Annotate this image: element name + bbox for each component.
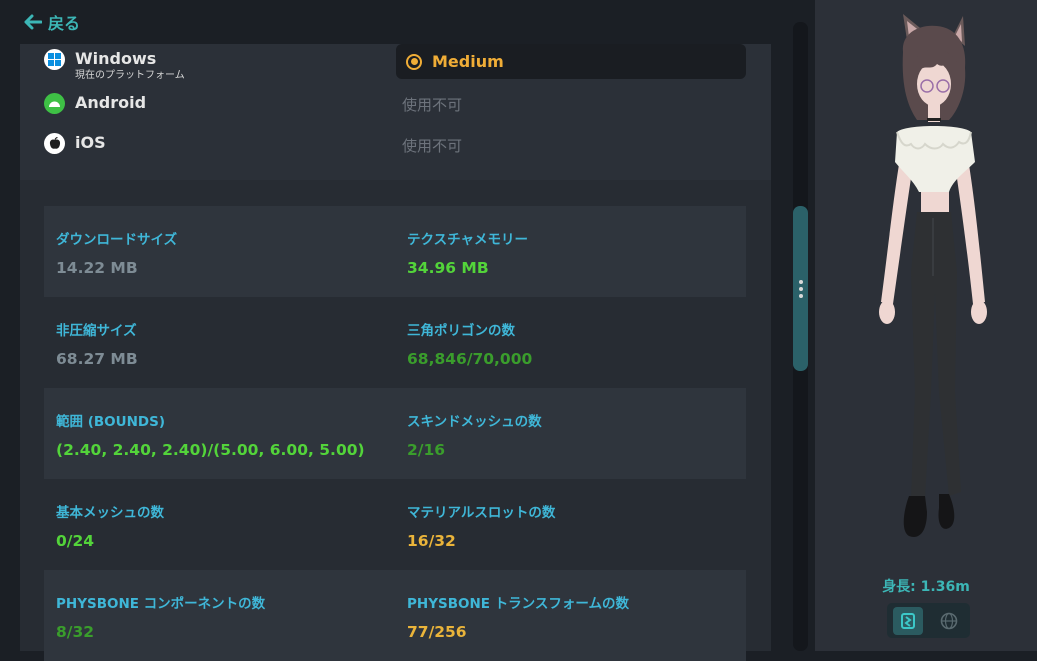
stat-label: 非圧縮サイズ (56, 323, 137, 339)
avatar-height-label: 身長: 1.36m (882, 579, 970, 595)
stat-value: (2.40, 2.40, 2.40)/(5.00, 6.00, 5.00) (56, 441, 365, 459)
stat-label: マテリアルスロットの数 (407, 505, 556, 521)
stat-material-slots: マテリアルスロットの数 16/32 (407, 479, 747, 570)
platform-name: iOS (75, 133, 106, 152)
platform-ios[interactable]: iOS (44, 133, 106, 154)
windows-icon (44, 49, 65, 70)
resize-grip-icon[interactable] (799, 280, 803, 298)
stat-value: 2/16 (407, 441, 446, 459)
stat-download-size: ダウンロードサイズ 14.22 MB (56, 206, 396, 297)
quality-medium-option[interactable]: Medium (396, 44, 746, 79)
avatar-pose-icon (900, 612, 915, 629)
stat-label: PHYSBONE トランスフォームの数 (407, 596, 630, 612)
platform-name: Android (75, 93, 147, 112)
platform-windows[interactable]: Windows 現在のプラットフォーム (44, 49, 185, 82)
stat-value: 0/24 (56, 532, 95, 550)
stat-label: 範囲 (BOUNDS) (56, 414, 165, 430)
back-label: 戻る (48, 14, 81, 33)
avatar-preview-pane: 身長: 1.36m (815, 0, 1037, 651)
android-status: 使用不可 (402, 96, 463, 114)
arrow-left-icon (24, 14, 42, 30)
stat-value: 68,846/70,000 (407, 350, 533, 368)
stat-triangles: 三角ポリゴンの数 68,846/70,000 (407, 297, 747, 388)
stat-value: 16/32 (407, 532, 456, 550)
stat-label: テクスチャメモリー (407, 232, 528, 248)
stat-row: ダウンロードサイズ 14.22 MB テクスチャメモリー 34.96 MB (44, 206, 746, 297)
apple-icon (44, 133, 65, 154)
android-icon (44, 93, 65, 114)
stat-skinned-meshes: スキンドメッシュの数 2/16 (407, 388, 747, 479)
platform-name: Windows (75, 49, 157, 68)
stat-label: ダウンロードサイズ (56, 232, 178, 248)
stat-basic-meshes: 基本メッシュの数 0/24 (56, 479, 396, 570)
stat-value: 8/32 (56, 623, 95, 641)
radio-selected-icon (406, 53, 422, 70)
platform-android[interactable]: Android (44, 93, 146, 114)
stat-label: PHYSBONE コンポーネントの数 (56, 596, 266, 612)
stat-value: 14.22 MB (56, 259, 138, 277)
view-toggle (887, 603, 970, 638)
stat-value: 34.96 MB (407, 259, 489, 277)
avatar-preview-image[interactable] (845, 12, 1010, 562)
stat-bounds: 範囲 (BOUNDS) (2.40, 2.40, 2.40)/(5.00, 6.… (56, 388, 396, 479)
globe-icon (940, 612, 958, 629)
stats-pane: 戻る Windows 現在のプラットフォーム Android iOS Mediu… (0, 0, 790, 661)
quality-label: Medium (432, 52, 504, 71)
back-button[interactable]: 戻る (24, 10, 80, 34)
stat-physbone-components: PHYSBONE コンポーネントの数 8/32 (56, 570, 396, 661)
avatar-pose-button[interactable] (892, 606, 923, 635)
performance-stats-panel: ダウンロードサイズ 14.22 MB テクスチャメモリー 34.96 MB 非圧… (20, 180, 771, 661)
platform-current-note: 現在のプラットフォーム (75, 70, 185, 81)
stat-row: PHYSBONE コンポーネントの数 8/32 PHYSBONE トランスフォー… (44, 570, 746, 661)
stat-physbone-transforms: PHYSBONE トランスフォームの数 77/256 (407, 570, 747, 661)
stat-texture-memory: テクスチャメモリー 34.96 MB (407, 206, 747, 297)
globe-button[interactable] (934, 607, 964, 635)
ios-status: 使用不可 (402, 137, 463, 155)
stat-label: 三角ポリゴンの数 (407, 323, 515, 339)
stat-value: 77/256 (407, 623, 467, 641)
stat-uncompressed-size: 非圧縮サイズ 68.27 MB (56, 297, 396, 388)
stat-row: 基本メッシュの数 0/24 マテリアルスロットの数 16/32 (44, 479, 746, 570)
stat-label: 基本メッシュの数 (56, 505, 164, 521)
platform-panel: Windows 現在のプラットフォーム Android iOS Medium 使… (20, 44, 771, 180)
stat-row: 非圧縮サイズ 68.27 MB 三角ポリゴンの数 68,846/70,000 (44, 297, 746, 388)
stat-label: スキンドメッシュの数 (407, 414, 542, 430)
stat-value: 68.27 MB (56, 350, 138, 368)
stat-row: 範囲 (BOUNDS) (2.40, 2.40, 2.40)/(5.00, 6.… (44, 388, 746, 479)
